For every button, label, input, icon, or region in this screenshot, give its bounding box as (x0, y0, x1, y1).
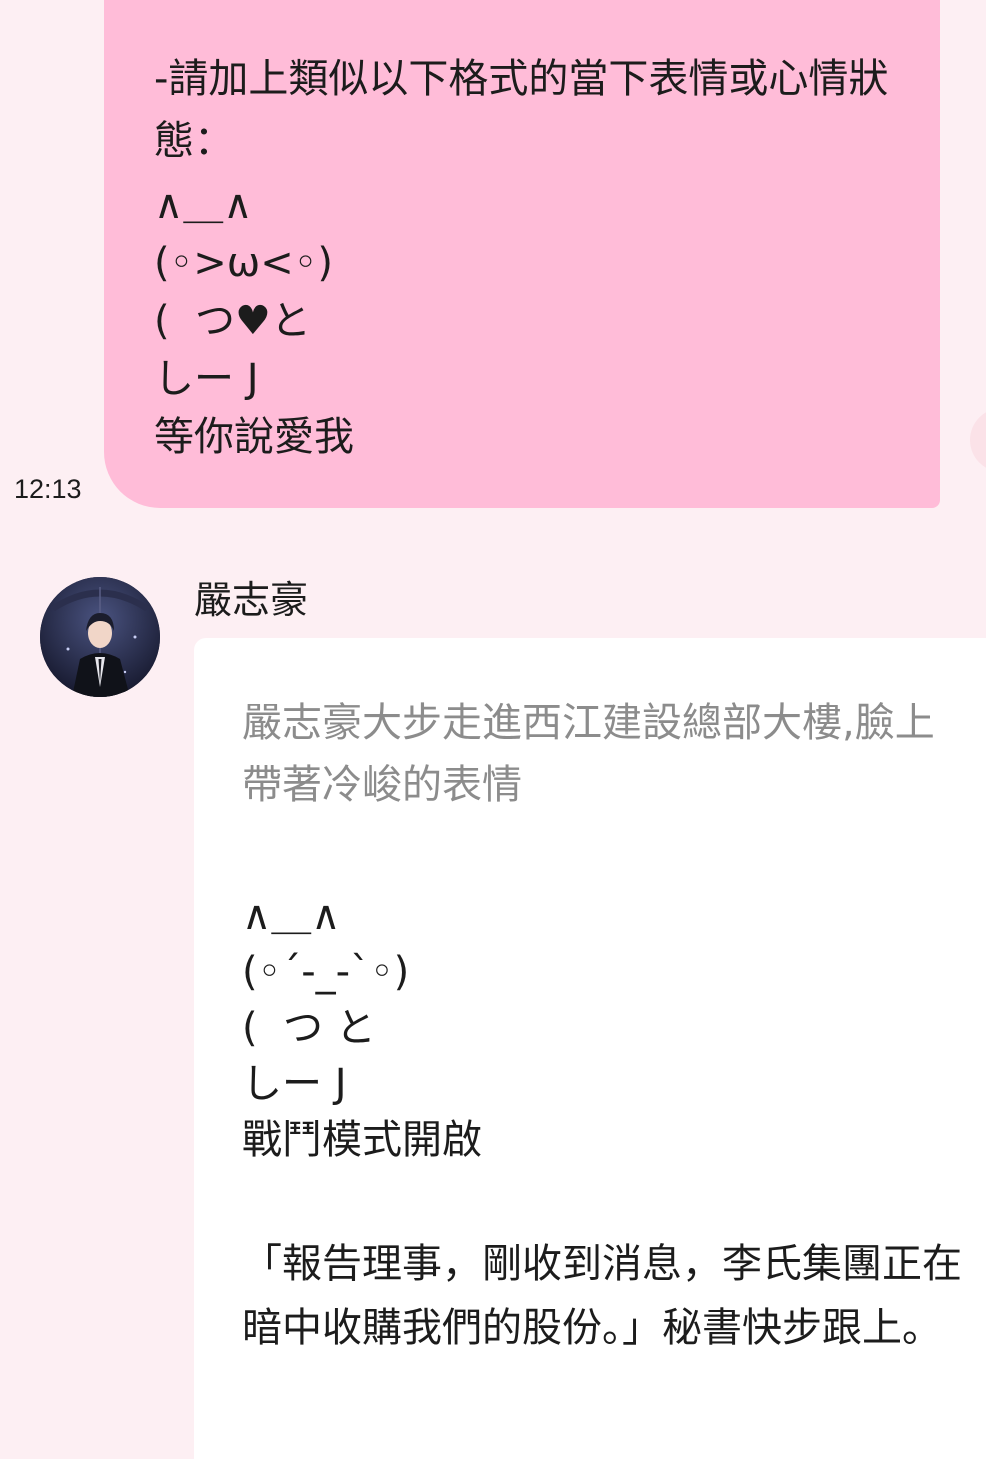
recv-kaomoji-arms: ( つ と (242, 1005, 376, 1051)
recv-kaomoji-ears: ∧＿∧ (242, 893, 341, 939)
avatar-image (40, 577, 160, 697)
received-message-bubble[interactable]: 嚴志豪大步走進西江建設總部大樓,臉上帶著冷峻的表情 ∧＿∧ (◦´-_-`◦) … (194, 638, 986, 1459)
recv-kaomoji-body: しー J (242, 1061, 347, 1107)
sent-kaomoji-arms: ( つ♥と (154, 298, 311, 344)
dialogue-text: 「報告理事，剛收到消息，李氏集團正在暗中收購我們的股份。」秘書快步跟上。 (242, 1241, 962, 1351)
sent-message-bubble[interactable]: -請加上類似以下格式的當下表情或心情狀態： ∧＿∧ (◦>ω<◦) ( つ♥と … (104, 0, 940, 508)
sent-kaomoji-ears: ∧＿∧ (154, 182, 253, 228)
sent-kaomoji-body: しー J (154, 356, 259, 402)
recv-kaomoji-face: (◦´-_-`◦) (242, 949, 410, 995)
partial-avatar-edge (970, 408, 986, 472)
narration-text: 嚴志豪大步走進西江建設總部大樓,臉上帶著冷峻的表情 (242, 700, 935, 808)
sent-message-instruction: -請加上類似以下格式的當下表情或心情狀態： (154, 56, 889, 164)
sent-kaomoji-face: (◦>ω<◦) (154, 240, 333, 286)
chat-screen: -請加上類似以下格式的當下表情或心情狀態： ∧＿∧ (◦>ω<◦) ( つ♥と … (0, 0, 986, 1459)
sent-kaomoji-caption: 等你說愛我 (154, 414, 354, 460)
message-timestamp: 12:13 (14, 474, 82, 504)
recv-mood-caption: 戰鬥模式開啟 (242, 1117, 482, 1163)
character-portrait-avatar[interactable] (40, 577, 160, 697)
sender-name: 嚴志豪 (194, 578, 309, 622)
